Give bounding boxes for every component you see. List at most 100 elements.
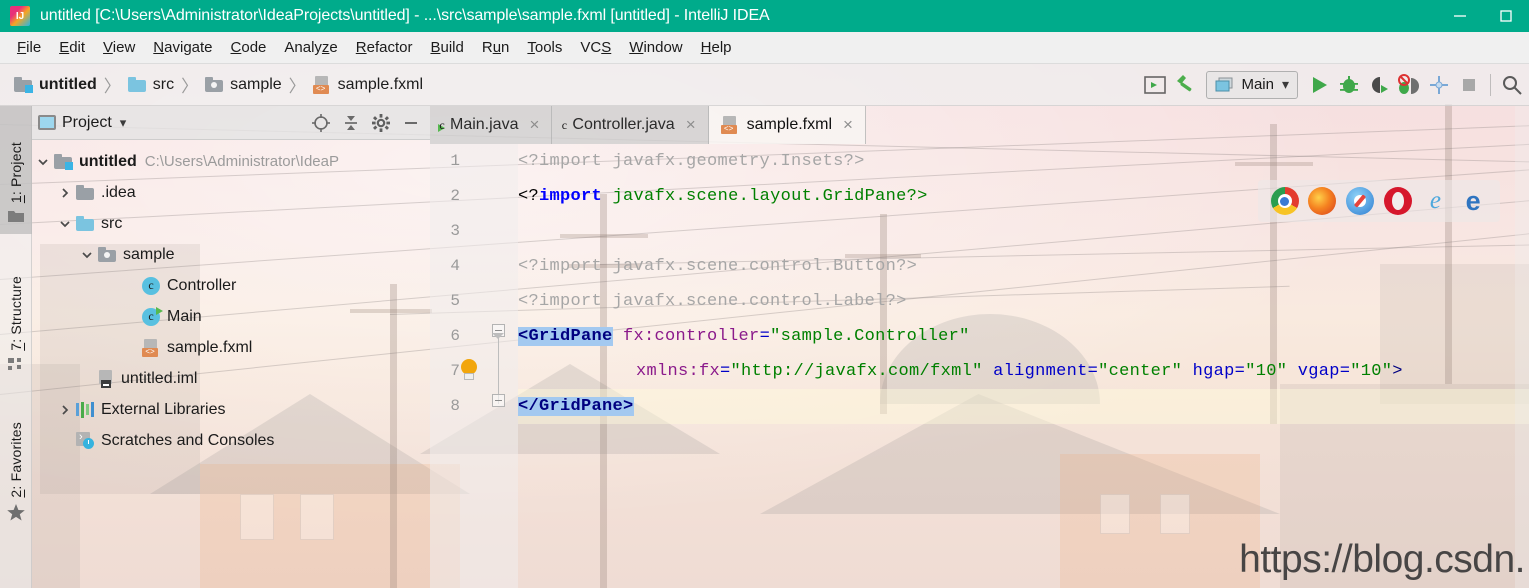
title-bar: untitled [C:\Users\Administrator\IdeaPro… — [0, 0, 1529, 32]
line-number: 3 — [450, 222, 460, 240]
sidebar-item-structure[interactable]: 7: Structure — [0, 234, 32, 382]
menu-analyze[interactable]: Analyze — [275, 36, 346, 59]
code-token: javafx.scene.control.Label?> — [612, 292, 907, 311]
chevron-right-icon[interactable] — [54, 404, 76, 416]
code-token: import — [539, 187, 603, 206]
profiler-button[interactable] — [1394, 70, 1424, 100]
project-view-icon — [38, 115, 56, 130]
close-icon[interactable]: × — [843, 115, 853, 135]
tab-sample-fxml[interactable]: <> sample.fxml × — [708, 106, 866, 144]
window-controls — [1437, 0, 1529, 32]
stop-button[interactable] — [1454, 70, 1484, 100]
menu-tools[interactable]: Tools — [518, 36, 571, 59]
maximize-button[interactable] — [1483, 0, 1529, 32]
source-folder-icon — [127, 77, 146, 92]
tab-controller-java[interactable]: Controller.java × — [552, 106, 709, 144]
tree-item-label: Controller — [167, 276, 237, 294]
tree-item-scratches-and-consoles[interactable]: Scratches and Consoles — [32, 425, 430, 456]
code-token: "center" — [1098, 362, 1183, 381]
tree-item-label: sample.fxml — [167, 338, 253, 356]
run-with-coverage-button[interactable] — [1364, 70, 1394, 100]
chevron-down-icon[interactable]: ▾ — [1282, 76, 1289, 93]
code-folding-column[interactable] — [492, 144, 512, 588]
collapse-all-icon[interactable] — [338, 110, 364, 136]
tree-item-idea[interactable]: .idea — [32, 177, 430, 208]
tree-item-main[interactable]: Main — [32, 301, 430, 332]
code-line-4: <?import javafx.scene.control.Button?> — [518, 249, 1529, 284]
crosshair-icon[interactable] — [308, 110, 334, 136]
lightbulb-icon[interactable] — [458, 359, 480, 383]
chevron-down-icon[interactable] — [76, 249, 98, 261]
menu-refactor[interactable]: Refactor — [347, 36, 422, 59]
menu-view[interactable]: View — [94, 36, 144, 59]
internet-explorer-icon[interactable]: e — [1421, 187, 1449, 215]
iml-file-icon — [98, 369, 114, 388]
sidebar-label: 2: Favorites — [8, 422, 24, 498]
code-token: <?import — [518, 257, 603, 276]
close-icon[interactable]: × — [686, 115, 696, 135]
breadcrumb-item-sample[interactable]: sample — [205, 76, 282, 94]
minimize-button[interactable] — [1437, 0, 1483, 32]
gear-icon[interactable] — [368, 110, 394, 136]
breadcrumb-item-src[interactable]: src — [127, 76, 174, 94]
firefox-icon[interactable] — [1308, 187, 1337, 215]
menu-window[interactable]: Window — [620, 36, 691, 59]
chevron-right-icon[interactable] — [54, 187, 76, 199]
menu-navigate[interactable]: Navigate — [144, 36, 221, 59]
chrome-icon[interactable] — [1270, 187, 1299, 215]
editor-scrollbar[interactable] — [1515, 106, 1529, 588]
safari-icon[interactable] — [1346, 187, 1375, 215]
sidebar-label: 1: Project — [8, 141, 24, 203]
breadcrumb-item-sample-fxml[interactable]: <> sample.fxml — [312, 75, 423, 94]
menu-file[interactable]: File — [8, 36, 50, 59]
chevron-down-icon[interactable] — [32, 156, 54, 168]
menu-vcs[interactable]: VCS — [571, 36, 620, 59]
hammer-icon[interactable] — [1170, 70, 1200, 100]
star-icon — [7, 504, 25, 526]
code-token: "10" — [1350, 362, 1393, 381]
close-icon[interactable]: × — [529, 115, 539, 135]
breadcrumb-separator: 〉 — [181, 77, 199, 96]
sidebar-item-project[interactable]: 1: Project — [0, 106, 32, 234]
chevron-down-icon[interactable]: ▾ — [120, 115, 127, 131]
tree-item-untitled-iml[interactable]: untitled.iml — [32, 363, 430, 394]
breadcrumb-item-untitled[interactable]: untitled — [14, 76, 97, 94]
fxml-file-icon: <> — [312, 75, 331, 94]
code-token: "10" — [1245, 362, 1288, 381]
code-token: xmlns:fx — [636, 362, 721, 381]
menu-help[interactable]: Help — [692, 36, 741, 59]
tree-item-controller[interactable]: Controller — [32, 270, 430, 301]
sidebar-label: 7: Structure — [8, 276, 24, 351]
search-everywhere-icon[interactable] — [1497, 70, 1527, 100]
line-number: 4 — [450, 257, 460, 275]
tab-main-java[interactable]: Main.java × — [430, 106, 553, 144]
run-configuration-selector[interactable]: Main ▾ — [1206, 70, 1298, 99]
project-panel-header: Project ▾ — [32, 106, 430, 140]
fxml-file-icon: <> — [142, 338, 160, 357]
code-token: fx:controller — [623, 327, 760, 346]
attach-icon[interactable] — [1424, 70, 1454, 100]
terminal-icon[interactable] — [1140, 70, 1170, 100]
sidebar-item-favorites[interactable]: 2: Favorites — [0, 382, 32, 532]
minimize-icon[interactable] — [398, 110, 424, 136]
menu-build[interactable]: Build — [421, 36, 472, 59]
tree-item-src[interactable]: src — [32, 208, 430, 239]
tree-item-sample[interactable]: sample — [32, 239, 430, 270]
edge-icon[interactable]: e — [1459, 187, 1487, 215]
menu-code[interactable]: Code — [222, 36, 276, 59]
chevron-down-icon[interactable] — [54, 218, 76, 230]
tree-item-label: .idea — [101, 183, 136, 201]
browser-launch-bar: e e — [1258, 180, 1500, 222]
opera-icon[interactable] — [1383, 187, 1412, 215]
run-button[interactable] — [1304, 70, 1334, 100]
menu-run[interactable]: Run — [473, 36, 519, 59]
tree-item-sample-fxml[interactable]: <> sample.fxml — [32, 332, 430, 363]
breadcrumb-label: untitled — [39, 75, 97, 93]
tree-item-untitled[interactable]: untitled C:\Users\Administrator\IdeaP — [32, 146, 430, 177]
menu-edit[interactable]: Edit — [50, 36, 94, 59]
tree-item-external-libraries[interactable]: External Libraries — [32, 394, 430, 425]
debug-button[interactable] — [1334, 70, 1364, 100]
left-tool-window-stripe: 1: Project 7: Structure 2: Favorites — [0, 106, 32, 588]
fold-marker-close[interactable] — [492, 394, 505, 407]
run-config-icon — [1215, 77, 1233, 91]
